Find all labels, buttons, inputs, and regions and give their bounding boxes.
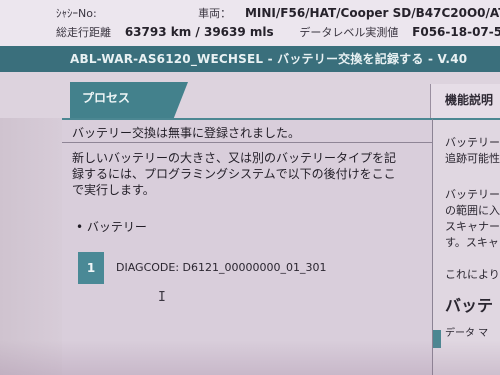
mileage-value: 63793 km / 39639 mls bbox=[124, 25, 274, 39]
function-description-panel: バッテリー 追跡可能性 バッテリー の範囲に入 スキャナー す。スキャ これによ… bbox=[432, 118, 500, 375]
tab-function-description[interactable]: 機能説明 bbox=[430, 84, 500, 118]
success-message: バッテリー交換は無事に登録されました。 bbox=[72, 126, 301, 140]
step-number-badge[interactable]: 1 bbox=[78, 252, 104, 284]
help-line: スキャナー bbox=[445, 220, 500, 233]
data-level-label: データレベル実測値 bbox=[299, 26, 399, 39]
help-line: の範囲に入 bbox=[445, 204, 500, 217]
help-line: 追跡可能性 bbox=[445, 152, 500, 165]
help-line: バッテリー bbox=[445, 136, 500, 149]
mileage-label: 総走行距離 bbox=[56, 26, 111, 39]
help-line: これにより bbox=[445, 268, 500, 281]
tab-process[interactable]: プロセス bbox=[70, 82, 188, 118]
data-level-value: F056-18-07-531 bbox=[412, 25, 500, 39]
diagnostic-screen: ｼｬｼｰNo: 車両： MINI/F56/HAT/Cooper SD/B47C2… bbox=[0, 0, 500, 375]
procedure-title-bar: ABL-WAR-AS6120_WECHSEL - バッテリー交換を記録する - … bbox=[0, 46, 500, 72]
help-heading: バッテ bbox=[445, 296, 494, 315]
model-value: MINI/F56/HAT/Cooper SD/B47C20O0/AT/EC bbox=[244, 6, 500, 20]
help-line: バッテリー bbox=[445, 188, 500, 201]
instruction-line: 新しいバッテリーの大きさ、又は別のバッテリータイプを記 bbox=[72, 151, 397, 165]
vin-label: ｼｬｼｰNo: bbox=[56, 7, 97, 20]
instructions-text: 新しいバッテリーの大きさ、又は別のバッテリータイプを記 録するには、プログラミン… bbox=[72, 150, 422, 198]
help-line: す。スキャ bbox=[445, 236, 499, 249]
text-cursor-icon: I bbox=[158, 290, 166, 305]
help-line: データ マ bbox=[445, 328, 489, 339]
battery-bullet-item: • バッテリー bbox=[76, 220, 147, 234]
help-panel-marker bbox=[433, 330, 441, 348]
content-divider bbox=[62, 142, 432, 143]
process-content-panel: バッテリー交換は無事に登録されました。 新しいバッテリーの大きさ、又は別のバッテ… bbox=[62, 118, 432, 375]
model-label: 車両： bbox=[198, 7, 232, 20]
vehicle-info-row-1: ｼｬｼｰNo: 車両： MINI/F56/HAT/Cooper SD/B47C2… bbox=[56, 5, 500, 21]
diag-code-text: DIAGCODE: D6121_00000000_01_301 bbox=[116, 261, 327, 274]
instruction-line: 録するには、プログラミングシステムで以下の後付けをここ bbox=[72, 167, 396, 181]
vehicle-info-header: ｼｬｼｰNo: 車両： MINI/F56/HAT/Cooper SD/B47C2… bbox=[0, 0, 500, 46]
vehicle-info-row-2: 総走行距離 63793 km / 39639 mls データレベル実測値 F05… bbox=[56, 24, 500, 40]
instruction-line: で実行します。 bbox=[72, 183, 155, 197]
tab-strip: プロセス 機能説明 bbox=[0, 72, 500, 118]
